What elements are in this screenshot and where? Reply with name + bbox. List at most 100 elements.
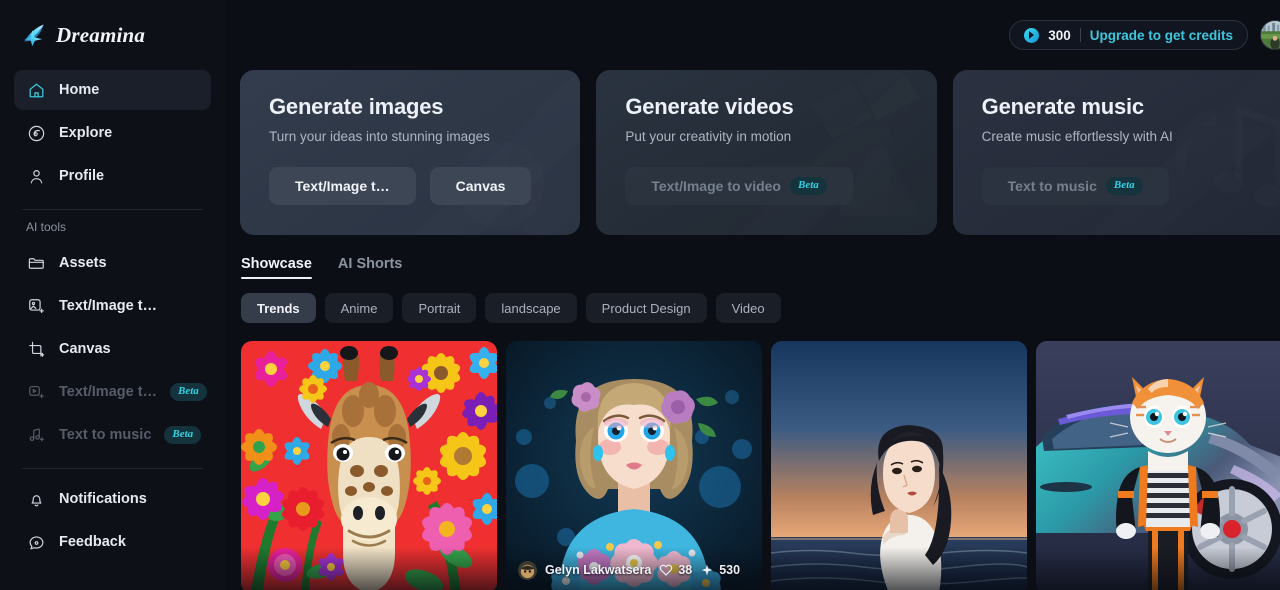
content-tabs: Showcase AI Shorts [238, 235, 1280, 279]
hero-button-group: Text/Image t… Canvas [269, 167, 551, 205]
gallery-card[interactable]: Gelyn Lakwatsera 38 530 [506, 341, 762, 590]
beta-badge: Beta [170, 383, 207, 401]
sparkle-star-icon [24, 24, 44, 47]
sidebar: Dreamina Home Explore Profile AI tools A… [0, 0, 225, 590]
sidebar-item-label: Text to music [59, 427, 152, 443]
showcase-gallery: Gelyn Lakwatsera 38 530 [238, 323, 1280, 590]
sidebar-item-label: Home [59, 82, 100, 98]
gallery-card[interactable] [771, 341, 1027, 590]
sidebar-item-text-image-to-image[interactable]: Text/Image t… [14, 286, 211, 326]
chip-landscape[interactable]: landscape [485, 293, 577, 323]
text-image-to-video-button[interactable]: Text/Image to video Beta [625, 167, 853, 205]
sidebar-item-label: Text/Image t… [59, 298, 158, 314]
pill-divider [1079, 28, 1081, 42]
text-image-to-image-button[interactable]: Text/Image t… [269, 167, 416, 205]
chat-feedback-icon [26, 532, 46, 552]
filter-chips: Trends Anime Portrait landscape Product … [238, 279, 1280, 323]
chip-anime[interactable]: Anime [324, 293, 394, 323]
sparkle-icon [701, 564, 713, 576]
card-overlay [771, 547, 1027, 590]
folder-icon [26, 253, 46, 273]
generation-stat: 530 [700, 563, 740, 577]
credits-count: 300 [1048, 27, 1071, 43]
chip-label: Video [731, 300, 765, 316]
hero-subtitle: Create music effortlessly with AI [981, 129, 1173, 144]
sidebar-item-label: Notifications [59, 491, 147, 507]
chip-label: Trends [257, 300, 300, 316]
sidebar-item-label: Text/Image t… [59, 384, 158, 400]
topbar: 300 Upgrade to get credits [238, 0, 1280, 70]
sidebar-item-assets[interactable]: Assets [14, 243, 211, 283]
card-overlay [1036, 547, 1280, 590]
sidebar-item-label: Explore [59, 125, 113, 141]
hero-button-group: Text/Image to video Beta [625, 167, 907, 205]
hero-card-generate-videos[interactable]: Generate videos Put your creativity in m… [596, 70, 937, 235]
tab-label: Showcase [241, 256, 312, 272]
like-count: 38 [678, 563, 693, 577]
button-label: Text/Image to video [651, 178, 781, 194]
tab-showcase[interactable]: Showcase [241, 256, 312, 279]
author-avatar-photo [518, 560, 537, 580]
dreamina-app: Dreamina Home Explore Profile AI tools A… [0, 0, 1280, 590]
author-name: Gelyn Lakwatsera [545, 563, 652, 577]
hero-button-group: Text to music Beta [981, 167, 1264, 205]
beta-badge: Beta [1105, 177, 1143, 195]
sidebar-item-label: Feedback [59, 534, 126, 550]
generation-count: 530 [719, 563, 741, 577]
sidebar-divider-bottom [22, 468, 203, 469]
like-stat: 38 [659, 563, 692, 577]
chip-product-design[interactable]: Product Design [585, 293, 707, 323]
home-icon [26, 80, 46, 100]
upgrade-link[interactable]: Upgrade to get credits [1090, 28, 1233, 43]
hero-subtitle: Turn your ideas into stunning images [269, 129, 490, 144]
credit-coin-icon [1024, 27, 1040, 43]
music-sparkle-icon [26, 425, 46, 445]
sidebar-item-feedback[interactable]: Feedback [14, 522, 211, 562]
brand[interactable]: Dreamina [14, 0, 211, 70]
bell-icon [26, 489, 46, 509]
hero-card-row: Generate images Turn your ideas into stu… [238, 70, 1280, 235]
hero-title: Generate music [981, 94, 1144, 119]
sidebar-item-home[interactable]: Home [14, 70, 211, 110]
sidebar-item-label: Assets [59, 255, 107, 271]
gallery-card[interactable] [241, 341, 497, 590]
gallery-card[interactable] [1036, 341, 1280, 590]
text-to-music-button[interactable]: Text to music Beta [981, 167, 1169, 205]
author-avatar [518, 560, 537, 580]
hero-title: Generate images [269, 94, 444, 119]
compass-icon [26, 123, 46, 143]
sidebar-item-text-image-to-video[interactable]: Text/Image t… Beta [14, 372, 211, 412]
button-label: Text/Image t… [295, 178, 390, 194]
canvas-button[interactable]: Canvas [429, 167, 532, 205]
chip-trends[interactable]: Trends [241, 293, 316, 323]
sidebar-item-canvas[interactable]: Canvas [14, 329, 211, 369]
chip-label: Portrait [418, 300, 461, 316]
beta-badge: Beta [164, 426, 202, 444]
chip-label: Product Design [601, 300, 691, 316]
sidebar-item-notifications[interactable]: Notifications [14, 479, 211, 519]
sidebar-item-label: Profile [59, 168, 105, 184]
sidebar-item-profile[interactable]: Profile [14, 156, 211, 196]
sidebar-section-label: AI tools [26, 220, 67, 234]
hero-title: Generate videos [625, 94, 794, 119]
video-sparkle-icon [26, 382, 46, 402]
button-label: Text to music [1007, 178, 1097, 194]
heart-icon [660, 564, 673, 576]
hero-card-generate-music[interactable]: Generate music Create music effortlessly… [952, 70, 1280, 235]
chip-video[interactable]: Video [715, 293, 781, 323]
credits-pill[interactable]: 300 Upgrade to get credits [1009, 20, 1248, 50]
tab-ai-shorts[interactable]: AI Shorts [338, 256, 402, 279]
button-label: Canvas [455, 178, 506, 194]
chip-label: landscape [501, 300, 561, 316]
canvas-frame-icon [26, 339, 46, 359]
chip-portrait[interactable]: Portrait [402, 293, 477, 323]
chip-label: Anime [340, 300, 378, 316]
card-overlay [241, 547, 497, 590]
sidebar-item-explore[interactable]: Explore [14, 113, 211, 153]
sidebar-item-text-to-music[interactable]: Text to music Beta [14, 415, 211, 455]
card-overlay: Gelyn Lakwatsera 38 530 [506, 547, 762, 590]
hero-card-generate-images[interactable]: Generate images Turn your ideas into stu… [240, 70, 581, 235]
user-icon [26, 166, 46, 186]
avatar[interactable] [1260, 20, 1280, 50]
tab-label: AI Shorts [337, 256, 403, 272]
